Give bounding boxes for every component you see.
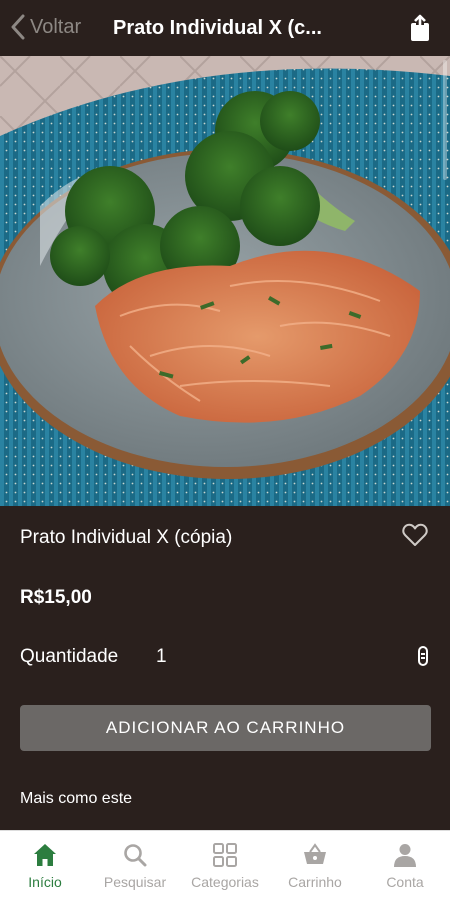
tab-label: Carrinho — [288, 874, 342, 890]
heart-icon[interactable] — [402, 523, 428, 547]
search-icon — [124, 844, 147, 867]
tab-pesquisar[interactable]: Pesquisar — [90, 831, 180, 900]
home-icon — [34, 844, 56, 866]
tab-label: Início — [28, 874, 62, 890]
tab-label: Pesquisar — [103, 874, 167, 890]
basket-icon — [304, 843, 326, 864]
tab-label: Conta — [386, 874, 424, 890]
back-label: Voltar — [30, 15, 82, 38]
chevron-left-icon — [11, 14, 25, 40]
share-icon[interactable] — [408, 14, 432, 42]
user-icon — [394, 844, 416, 867]
product-name: Prato Individual X (cópia) — [20, 527, 233, 548]
quantity-label: Quantidade — [20, 646, 119, 667]
tab-label: Categorias — [191, 874, 259, 890]
add-to-cart-button[interactable]: ADICIONAR AO CARRINHO — [20, 705, 431, 751]
back-button[interactable]: Voltar — [10, 14, 81, 40]
product-price: R$15,00 — [20, 587, 92, 608]
scrollbar[interactable] — [443, 60, 447, 180]
grid-icon — [213, 843, 237, 867]
more-like-this-heading: Mais como este — [20, 790, 133, 807]
bottom-tab-bar: Início Pesquisar Categorias Carrinho Con… — [0, 830, 450, 900]
tab-inicio[interactable]: Início — [0, 831, 90, 900]
tab-conta[interactable]: Conta — [360, 831, 450, 900]
product-image — [0, 56, 450, 506]
tab-categorias[interactable]: Categorias — [180, 831, 270, 900]
tab-carrinho[interactable]: Carrinho — [270, 831, 360, 900]
quantity-value[interactable]: 1 — [156, 646, 167, 668]
page-title: Prato Individual X (c... — [113, 17, 322, 39]
top-bar: Voltar Prato Individual X (c... — [0, 0, 450, 56]
quantity-stepper[interactable] — [418, 646, 428, 666]
